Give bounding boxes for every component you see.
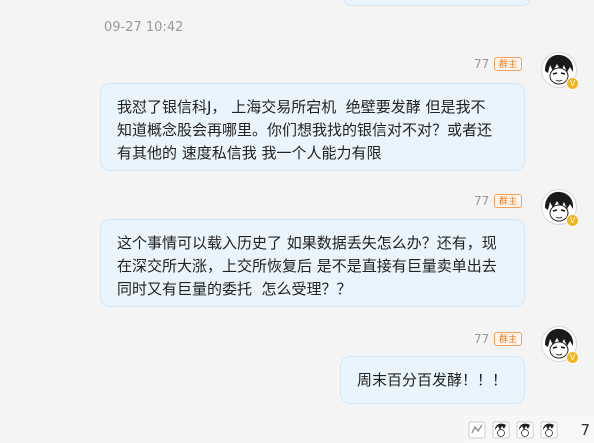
user-avatar[interactable]: V: [541, 52, 579, 90]
message-timestamp: 09-27 10:42: [104, 20, 184, 35]
message-text: 周末百分百发酵！！！: [357, 371, 508, 389]
thumb-icon[interactable]: [468, 421, 486, 439]
user-id: 77: [474, 194, 490, 208]
group-owner-badge: 群主: [494, 332, 522, 346]
avatar-icon[interactable]: [516, 421, 534, 439]
user-avatar[interactable]: V: [541, 189, 579, 227]
vip-badge-icon: V: [566, 351, 579, 364]
message-bubble[interactable]: 周末百分百发酵！！！: [340, 356, 525, 404]
user-avatar[interactable]: V: [541, 326, 579, 364]
group-owner-badge: 群主: [494, 57, 522, 71]
user-id: 77: [474, 57, 490, 71]
message-meta: 77 群主: [474, 56, 524, 72]
reaction-count: 7: [580, 421, 590, 439]
group-owner-badge: 群主: [494, 194, 522, 208]
message-meta: 77 群主: [474, 331, 524, 347]
vip-badge-icon: V: [566, 77, 579, 90]
footer-icon-strip: 7: [464, 415, 594, 443]
avatar-icon[interactable]: [540, 421, 558, 439]
previous-message-bubble: [344, 0, 530, 6]
message-text: 这个事情可以载入历史了 如果数据丢失怎么办？还有，现 在深交所大涨，上交所恢复后…: [117, 234, 497, 298]
message-meta: 77 群主: [474, 193, 524, 209]
vip-badge-icon: V: [566, 214, 579, 227]
message-text: 我怼了银信科J， 上海交易所宕机 绝壁要发酵 但是我不 知道概念股会再哪里。你们…: [117, 98, 493, 162]
avatar-icon[interactable]: [492, 421, 510, 439]
message-bubble[interactable]: 我怼了银信科J， 上海交易所宕机 绝壁要发酵 但是我不 知道概念股会再哪里。你们…: [100, 83, 525, 171]
message-bubble[interactable]: 这个事情可以载入历史了 如果数据丢失怎么办？还有，现 在深交所大涨，上交所恢复后…: [100, 219, 525, 307]
user-id: 77: [474, 332, 490, 346]
